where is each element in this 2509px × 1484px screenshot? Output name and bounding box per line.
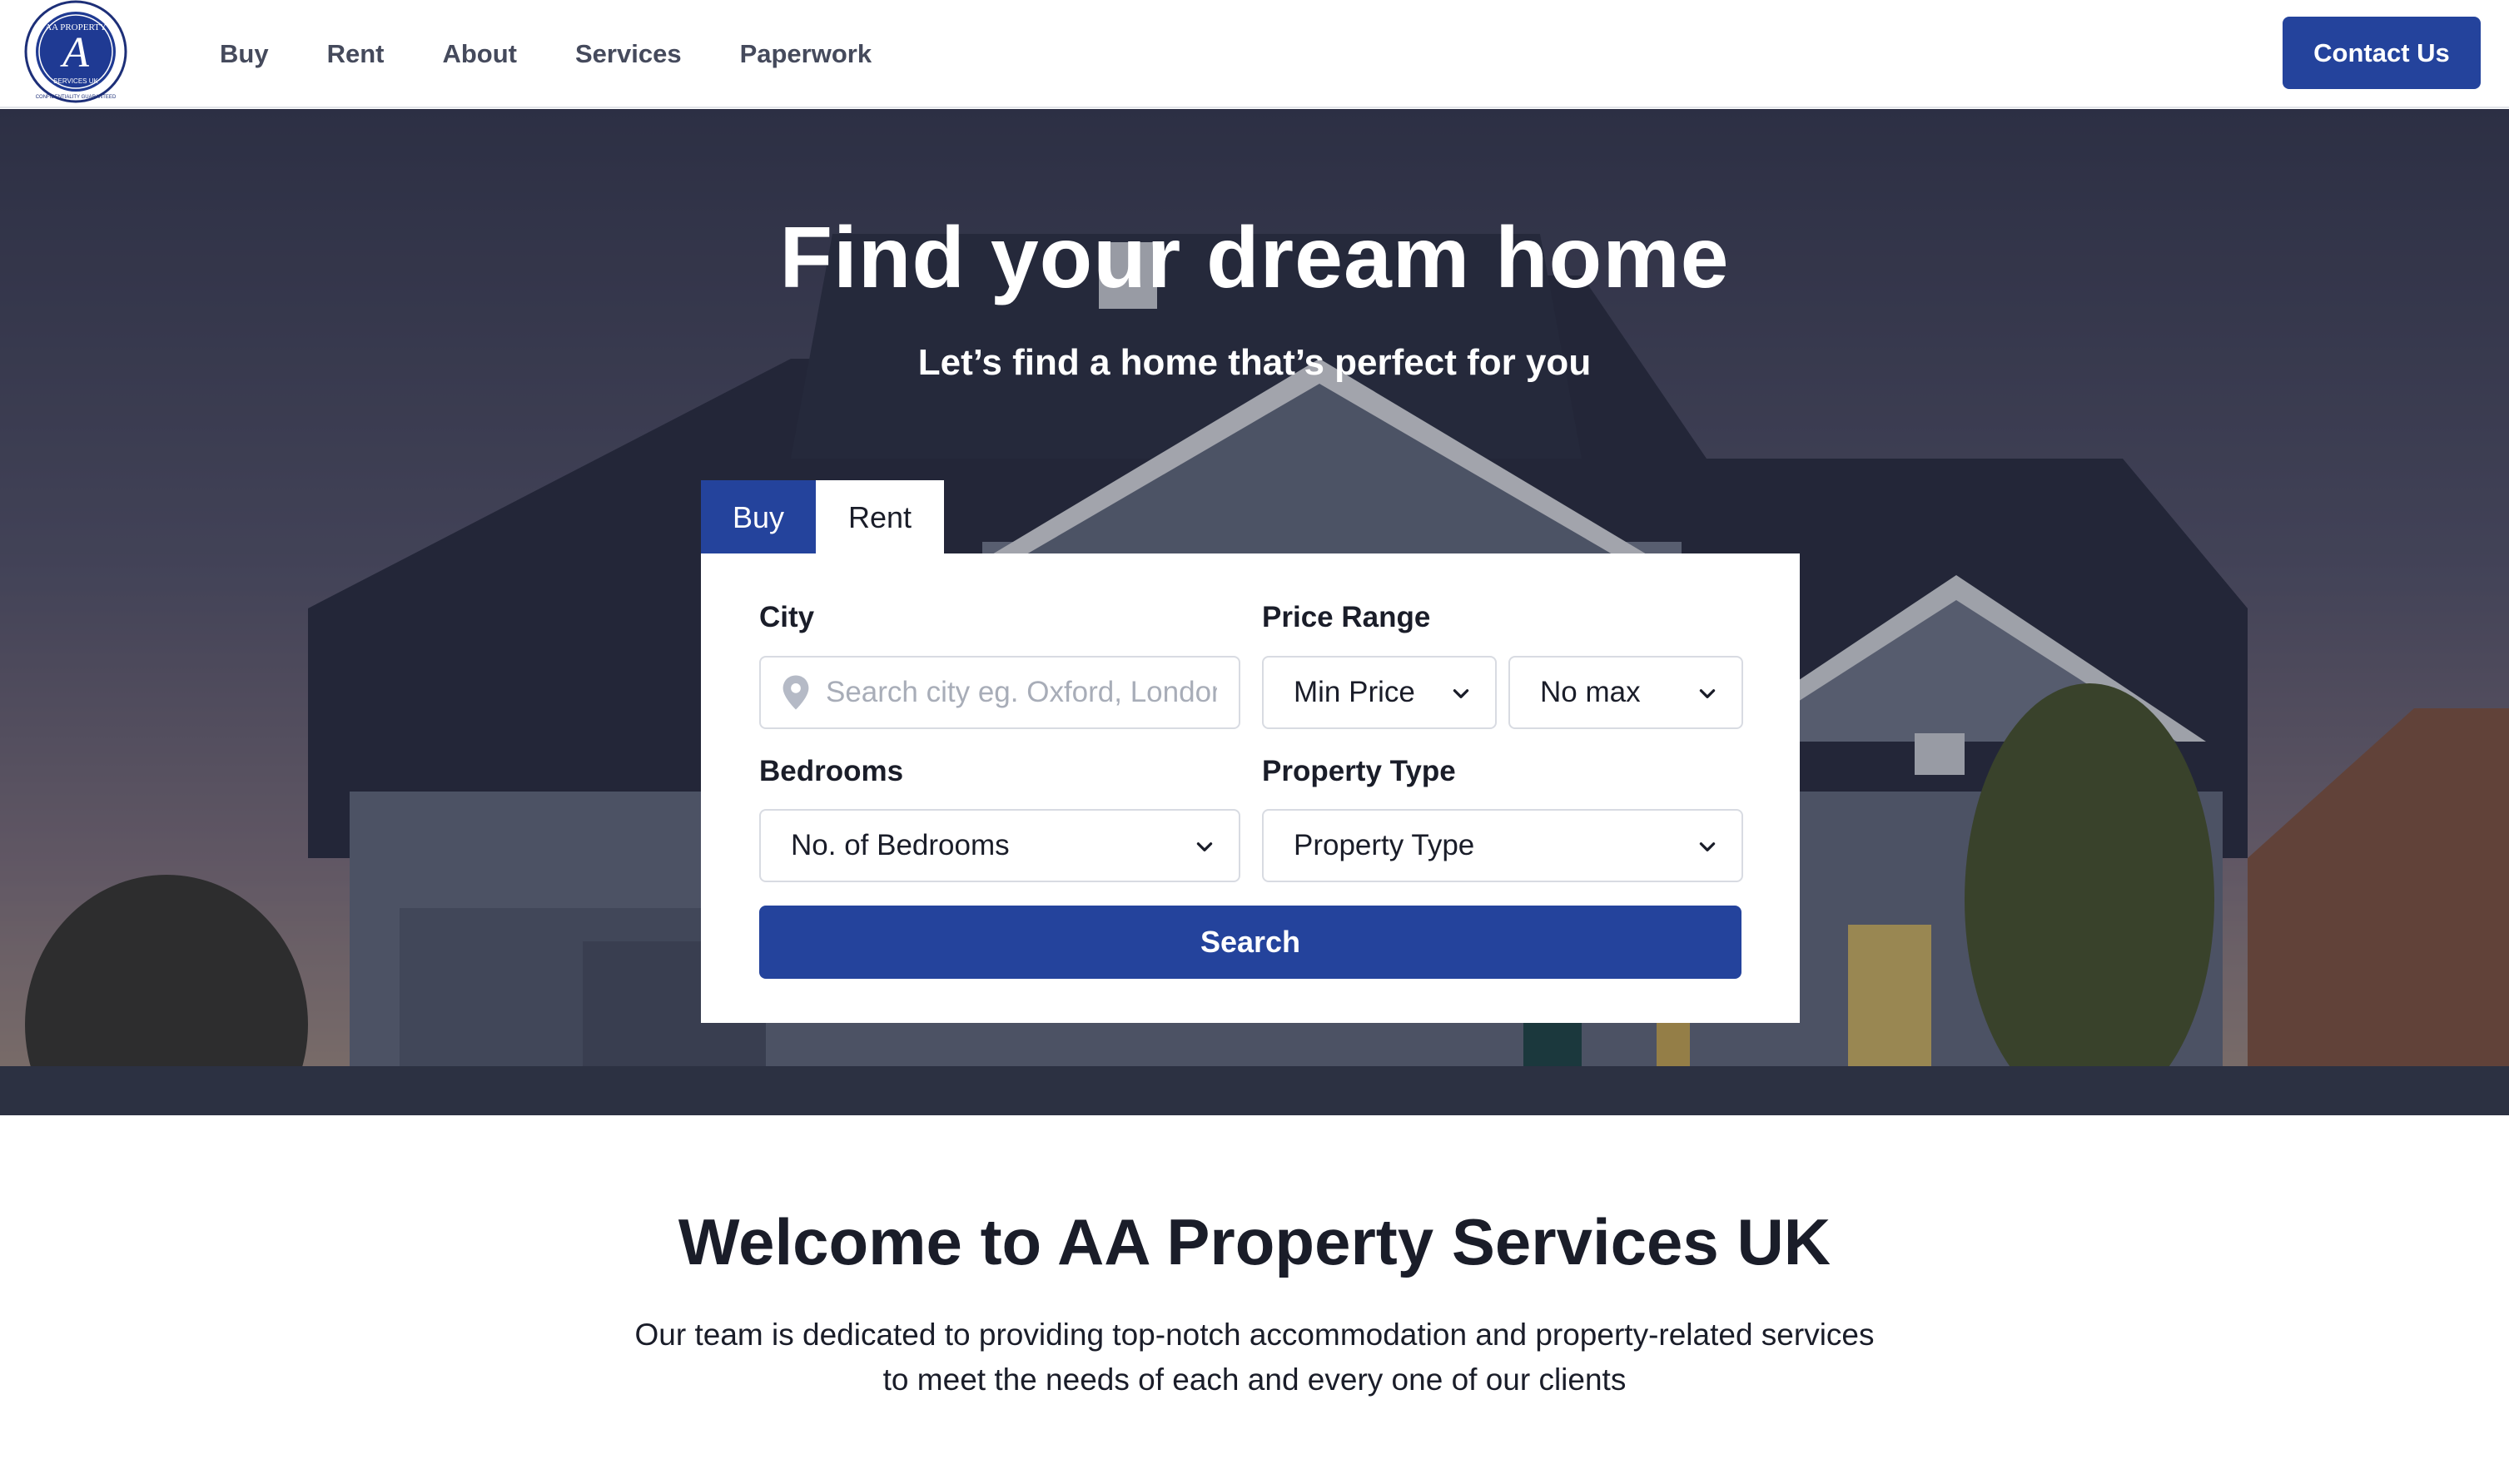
property-type-value: Property Type: [1294, 829, 1475, 861]
min-price-value: Min Price: [1294, 676, 1415, 708]
top-navbar: A AA PROPERTY SERVICES UK CONFIDENTIALIT…: [0, 0, 2509, 108]
search-button[interactable]: Search: [759, 906, 1741, 979]
max-price-select[interactable]: No max: [1508, 656, 1743, 729]
welcome-text: Our team is dedicated to providing top-n…: [634, 1318, 1875, 1397]
location-pin-icon: [783, 675, 809, 710]
search-panel: City Price Range Min Price No max Bedroo…: [701, 553, 1800, 1023]
bedrooms-label: Bedrooms: [759, 755, 904, 787]
svg-text:CONFIDENTIALITY GUARANTEED: CONFIDENTIALITY GUARANTEED: [36, 95, 117, 100]
city-label: City: [759, 601, 815, 633]
city-field[interactable]: [759, 656, 1240, 729]
bedrooms-value: No. of Bedrooms: [791, 829, 1010, 861]
nav-link-about[interactable]: About: [442, 39, 517, 69]
tab-rent[interactable]: Rent: [816, 480, 944, 555]
company-logo[interactable]: A AA PROPERTY SERVICES UK CONFIDENTIALIT…: [20, 0, 132, 103]
nav-link-services[interactable]: Services: [575, 39, 682, 69]
tab-buy[interactable]: Buy: [701, 480, 816, 555]
chevron-down-icon: [1196, 842, 1213, 851]
min-price-select[interactable]: Min Price: [1262, 656, 1497, 729]
nav-link-buy[interactable]: Buy: [220, 39, 269, 69]
nav-link-rent[interactable]: Rent: [327, 39, 385, 69]
nav-links: Buy Rent About Services Paperwork: [220, 0, 930, 108]
welcome-title: Welcome to AA Property Services UK: [678, 1205, 1831, 1278]
property-type-select[interactable]: Property Type: [1262, 809, 1743, 882]
chevron-down-icon: [1453, 689, 1469, 698]
svg-text:SERVICES UK: SERVICES UK: [53, 77, 98, 85]
svg-text:AA PROPERTY: AA PROPERTY: [45, 22, 107, 32]
max-price-value: No max: [1540, 676, 1641, 708]
city-search-input[interactable]: [826, 676, 1217, 709]
chevron-down-icon: [1699, 842, 1716, 851]
svg-text:A: A: [60, 29, 89, 77]
property-type-label: Property Type: [1262, 755, 1456, 787]
contact-us-button[interactable]: Contact Us: [2283, 17, 2481, 89]
hero-subtitle: Let’s find a home that’s perfect for you: [917, 342, 1592, 383]
chevron-down-icon: [1699, 689, 1716, 698]
nav-link-paperwork[interactable]: Paperwork: [740, 39, 872, 69]
hero-title: Find your dream home: [779, 210, 1730, 306]
search-tabs: Buy Rent: [701, 480, 944, 555]
price-range-label: Price Range: [1262, 601, 1431, 633]
bedrooms-select[interactable]: No. of Bedrooms: [759, 809, 1240, 882]
